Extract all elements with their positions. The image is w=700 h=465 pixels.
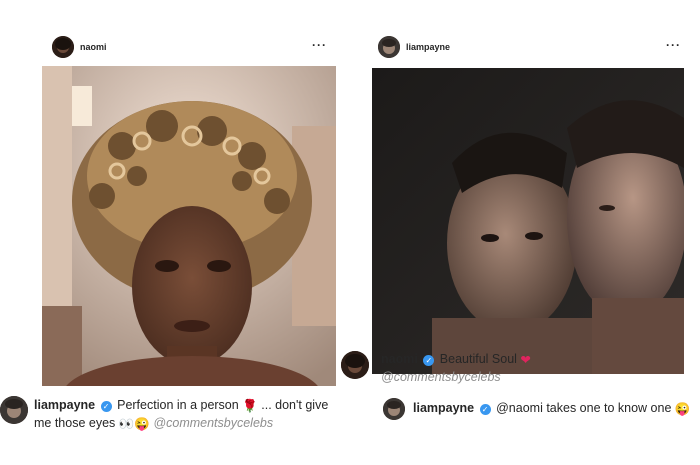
comment-username[interactable]: liampayne (34, 398, 95, 412)
post-photo[interactable] (372, 68, 684, 374)
comment-username[interactable]: naomi (381, 352, 418, 366)
comment-body: @naomi takes one to know one (496, 401, 672, 415)
eyes-icon: 👀 (118, 417, 135, 431)
comment-body: me those eyes (34, 416, 116, 430)
wink-tongue-icon: 😜 (134, 417, 150, 431)
post-header: naomi ··· (38, 28, 338, 64)
rose-icon: 🌹 (242, 399, 258, 413)
comment-text: naomi ✓ Beautiful Soul ❤ @commentsbycele… (381, 351, 681, 386)
comment-body: Perfection in a person (117, 398, 239, 412)
post-photo[interactable] (42, 66, 336, 386)
post-username[interactable]: naomi (80, 42, 107, 52)
avatar[interactable] (383, 398, 405, 420)
verified-badge-icon: ✓ (100, 401, 112, 412)
watermark-tag: @commentsbycelebs (381, 370, 501, 384)
ellipsis-icon[interactable]: ··· (312, 38, 327, 52)
red-heart-icon: ❤ (520, 353, 531, 367)
naomi-post: naomi ··· (38, 28, 338, 386)
ellipsis-icon[interactable]: ··· (666, 38, 681, 52)
post-header: liampayne ··· (368, 28, 688, 64)
watermark-tag: @commentsbycelebs (153, 416, 274, 430)
avatar[interactable] (52, 36, 74, 58)
post-username[interactable]: liampayne (406, 42, 450, 52)
verified-badge-icon: ✓ (479, 404, 491, 415)
comment-username[interactable]: liampayne (413, 401, 474, 415)
comment-body: ... don't give (261, 398, 329, 412)
avatar[interactable] (378, 36, 400, 58)
comment-text: liampayne ✓ @naomi takes one to know one… (413, 400, 700, 418)
verified-badge-icon: ✓ (423, 355, 435, 366)
liampayne-post: liampayne ··· (368, 28, 688, 374)
comment-body: Beautiful Soul (439, 352, 517, 366)
wink-tongue-icon: 😜 (674, 402, 691, 416)
comment-text: liampayne ✓ Perfection in a person 🌹 ...… (34, 397, 344, 433)
avatar[interactable] (341, 351, 369, 379)
avatar[interactable] (0, 396, 28, 424)
